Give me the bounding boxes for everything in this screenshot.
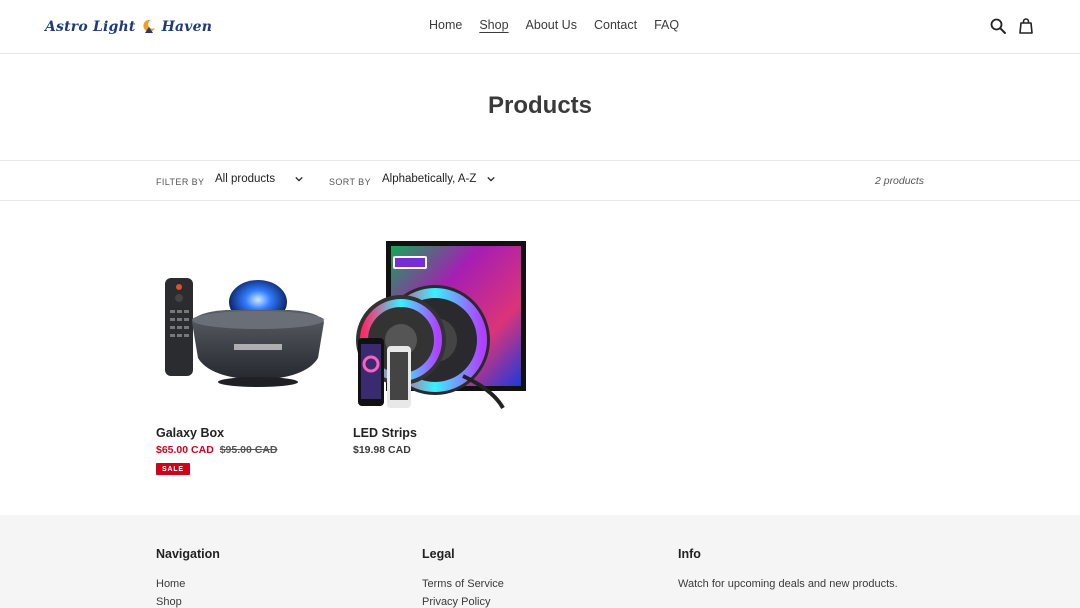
site-logo[interactable]: Astro Light Haven <box>45 14 212 40</box>
site-footer: Navigation Home Shop Legal Terms of Serv… <box>0 515 1080 608</box>
footer-link-terms[interactable]: Terms of Service <box>422 578 504 591</box>
nav-home[interactable]: Home <box>429 17 462 33</box>
product-count: 2 products <box>874 175 924 187</box>
footer-legal: Legal Terms of Service Privacy Policy <box>422 547 504 608</box>
footer-info-text: Watch for upcoming deals and new product… <box>678 578 898 590</box>
moon-lamp-icon <box>140 18 158 36</box>
logo-text-primary: Astro Light <box>45 19 136 35</box>
nav-about-us[interactable]: About Us <box>526 17 577 33</box>
chevron-down-icon <box>487 176 496 182</box>
product-name[interactable]: Galaxy Box <box>156 426 224 440</box>
footer-legal-title: Legal <box>422 547 455 561</box>
footer-link-home[interactable]: Home <box>156 578 220 591</box>
footer-navigation: Navigation Home Shop <box>156 547 220 608</box>
footer-navigation-title: Navigation <box>156 547 220 561</box>
footer-link-shop[interactable]: Shop <box>156 596 220 608</box>
logo-text-secondary: Haven <box>161 19 213 35</box>
search-icon[interactable] <box>989 17 1007 35</box>
cart-icon[interactable] <box>1017 17 1035 35</box>
sale-badge: SALE <box>156 463 190 475</box>
chevron-down-icon <box>295 176 303 182</box>
product-name[interactable]: LED Strips <box>353 426 417 440</box>
site-header: Astro Light Haven Home Shop About Us Con… <box>0 0 1080 54</box>
filter-label: Filter by <box>156 177 205 187</box>
sort-select[interactable]: Alphabetically, A-Z <box>382 173 496 185</box>
filter-select[interactable]: All products <box>215 173 303 185</box>
footer-info-title: Info <box>678 547 701 561</box>
product-card-led-strips[interactable]: LED Strips $19.98 CAD <box>353 240 529 456</box>
product-card-galaxy-box[interactable]: Galaxy Box $65.00 CAD $95.00 CAD SALE <box>156 240 332 475</box>
page-title: Products <box>487 92 592 119</box>
footer-link-privacy[interactable]: Privacy Policy <box>422 596 504 608</box>
nav-contact[interactable]: Contact <box>594 17 637 33</box>
regular-price: $19.98 CAD <box>353 444 411 456</box>
nav-faq[interactable]: FAQ <box>654 17 679 33</box>
product-image-led-strips[interactable] <box>353 240 529 415</box>
sort-label: Sort by <box>329 177 371 187</box>
compare-at-price: $95.00 CAD <box>219 444 278 456</box>
product-image-galaxy-box[interactable] <box>156 240 332 415</box>
sale-price: $65.00 CAD <box>156 444 214 456</box>
nav-shop[interactable]: Shop <box>479 17 508 33</box>
footer-info: Info Watch for upcoming deals and new pr… <box>678 547 898 596</box>
main-nav: Home Shop About Us Contact FAQ <box>429 17 696 33</box>
sort-select-value: Alphabetically, A-Z <box>382 173 477 185</box>
product-price: $65.00 CAD $95.00 CAD <box>156 444 277 456</box>
filter-select-value: All products <box>215 173 276 185</box>
product-price: $19.98 CAD <box>353 444 411 456</box>
filter-sort-bar: Filter by All products Sort by Alphabeti… <box>0 160 1080 201</box>
